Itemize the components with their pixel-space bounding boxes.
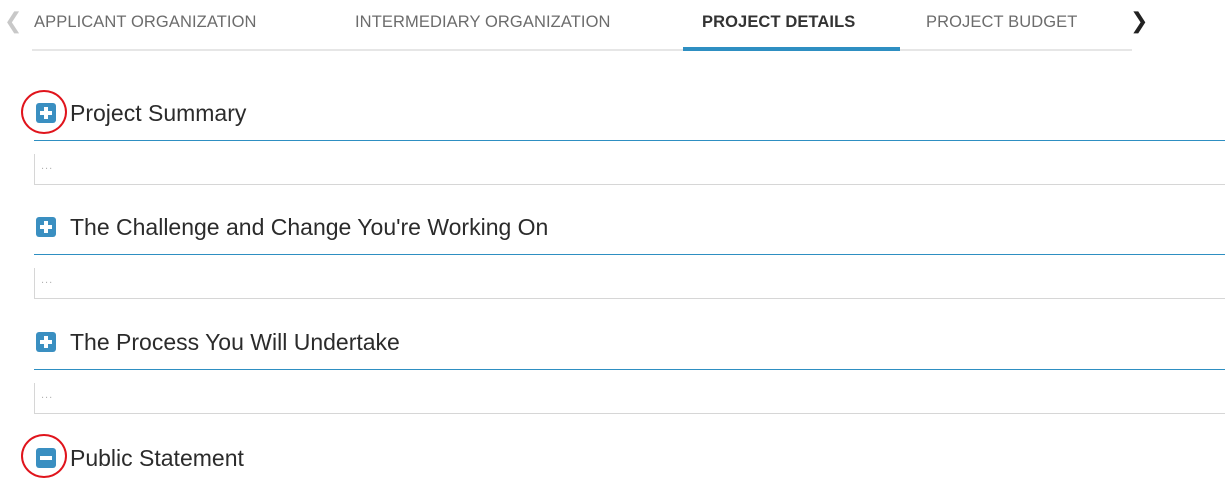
- chevron-right-icon[interactable]: ❯: [1130, 6, 1148, 36]
- tab-intermediary-organization[interactable]: INTERMEDIARY ORGANIZATION: [355, 0, 611, 46]
- project-summary-field[interactable]: ...: [34, 154, 1225, 185]
- tab-project-budget[interactable]: PROJECT BUDGET: [926, 0, 1077, 46]
- chevron-left-icon[interactable]: ❮: [4, 6, 22, 36]
- active-tab-indicator: [683, 47, 900, 51]
- annotation-circle: [21, 434, 67, 478]
- field-placeholder: ...: [41, 274, 54, 286]
- section-divider: [34, 254, 1225, 255]
- tab-bar-divider: [32, 49, 1132, 51]
- annotation-circle: [21, 90, 67, 134]
- challenge-and-change-field[interactable]: ...: [34, 268, 1225, 299]
- plus-square-icon[interactable]: [36, 332, 56, 352]
- section-title: The Process You Will Undertake: [70, 329, 400, 355]
- section-title: Public Statement: [70, 445, 244, 471]
- process-field[interactable]: ...: [34, 383, 1225, 414]
- plus-square-icon[interactable]: [36, 217, 56, 237]
- section-title: The Challenge and Change You're Working …: [70, 214, 549, 240]
- field-placeholder: ...: [41, 160, 54, 172]
- tab-bar: ❮ APPLICANT ORGANIZATION INTERMEDIARY OR…: [0, 0, 1148, 51]
- section-divider: [34, 140, 1225, 141]
- tab-applicant-organization[interactable]: APPLICANT ORGANIZATION: [34, 0, 257, 46]
- section-divider: [34, 369, 1225, 370]
- section-title: Project Summary: [70, 100, 247, 126]
- field-placeholder: ...: [41, 389, 54, 401]
- tab-project-details[interactable]: PROJECT DETAILS: [702, 0, 855, 46]
